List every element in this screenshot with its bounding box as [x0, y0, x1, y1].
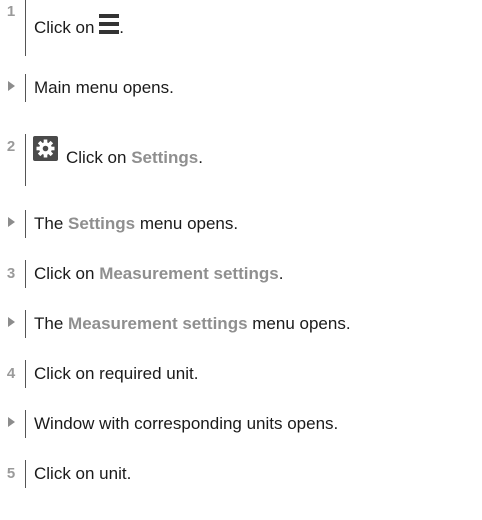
- step-divider: [25, 134, 26, 186]
- step-number-1: 1: [6, 3, 16, 20]
- hamburger-menu-icon: [99, 14, 120, 34]
- settings-label: Settings: [68, 214, 136, 233]
- step-number-5: 5: [6, 465, 16, 482]
- step-divider: [25, 0, 26, 56]
- step-suffix: .: [119, 18, 124, 37]
- result-step-4: Window with corresponding units opens.: [0, 410, 482, 440]
- step-number-3: 3: [6, 265, 16, 282]
- step-divider: [25, 260, 26, 288]
- result-step-3: The Measurement settings menu opens.: [0, 310, 482, 340]
- instruction-step-5: 5 Click on unit.: [0, 460, 482, 490]
- step-number-4: 4: [6, 365, 16, 382]
- step-text: Click on Measurement settings.: [34, 264, 284, 283]
- step-prefix: Click on: [34, 18, 95, 37]
- result-arrow-icon: [8, 217, 15, 227]
- measurement-settings-label: Measurement settings: [99, 264, 279, 283]
- step-text: Click on required unit.: [34, 364, 199, 383]
- result-text: The Settings menu opens.: [34, 214, 239, 233]
- step-divider: [25, 74, 26, 102]
- gear-icon: [33, 136, 58, 161]
- step-text: Click on .: [34, 14, 124, 39]
- result-step-1: Main menu opens.: [0, 74, 482, 104]
- instruction-step-3: 3 Click on Measurement settings.: [0, 260, 482, 290]
- settings-label: Settings: [131, 148, 199, 167]
- result-arrow-icon: [8, 417, 15, 427]
- result-arrow-icon: [8, 317, 15, 327]
- step-divider: [25, 210, 26, 238]
- step-divider: [25, 360, 26, 388]
- measurement-settings-label: Measurement settings: [68, 314, 248, 333]
- instruction-step-4: 4 Click on required unit.: [0, 360, 482, 390]
- result-text: Window with corresponding units opens.: [34, 414, 339, 433]
- result-text: Main menu opens.: [34, 78, 174, 97]
- result-text: The Measurement settings menu opens.: [34, 314, 351, 333]
- step-divider: [25, 460, 26, 488]
- step-divider: [25, 410, 26, 438]
- instruction-step-1: 1 Click on .: [0, 0, 482, 56]
- step-divider: [25, 310, 26, 338]
- step-text: Click on Settings.: [66, 148, 203, 167]
- instruction-step-2: 2 Click on Settings.: [0, 134, 482, 190]
- step-text: Click on unit.: [34, 464, 132, 483]
- step-number-2: 2: [6, 138, 16, 155]
- result-step-2: The Settings menu opens.: [0, 210, 482, 240]
- result-arrow-icon: [8, 81, 15, 91]
